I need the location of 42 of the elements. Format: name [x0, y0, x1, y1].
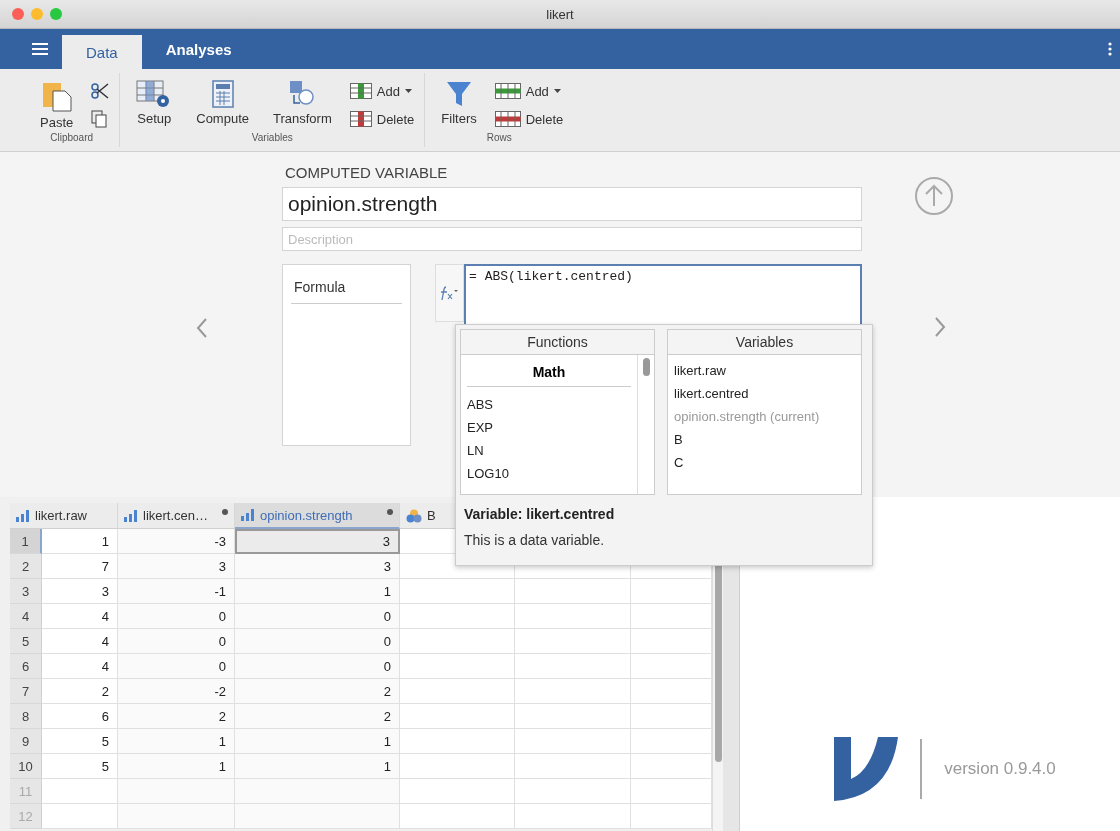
- table-cell: 3: [42, 579, 118, 604]
- table-cell: 1: [118, 754, 235, 779]
- group-label: Variables: [251, 132, 293, 143]
- table-cell: -3: [118, 529, 235, 554]
- table-cell: 2: [235, 679, 400, 704]
- table-cell: 0: [235, 629, 400, 654]
- table-cell: -2: [118, 679, 235, 704]
- pane-heading: Variables: [668, 330, 861, 355]
- table-cell: 4: [42, 654, 118, 679]
- window-title: likert: [546, 6, 574, 22]
- table-cell: 1: [42, 529, 118, 554]
- table-cell: 0: [118, 629, 235, 654]
- group-label: Rows: [486, 132, 512, 143]
- table-cell: 1: [235, 754, 400, 779]
- section-heading: COMPUTED VARIABLE: [285, 164, 449, 181]
- info-text: This is a data variable.: [464, 532, 606, 548]
- table-cell: 7: [42, 554, 118, 579]
- table-cell: 2: [118, 704, 235, 729]
- version-label: version 0.9.4.0: [944, 759, 1056, 779]
- table-cell: 3: [235, 554, 400, 579]
- table-cell: 2: [42, 679, 118, 704]
- table-cell: 3: [118, 554, 235, 579]
- table-cell: 2: [235, 704, 400, 729]
- table-cell: 3: [235, 529, 400, 554]
- info-title: Variable: likert.centred: [464, 506, 616, 522]
- category-heading: Math: [467, 359, 631, 387]
- table-cell: 1: [118, 729, 235, 754]
- table-cell: -1: [118, 579, 235, 604]
- table-cell: 1: [235, 579, 400, 604]
- table-cell: 0: [118, 604, 235, 629]
- table-cell: 0: [118, 654, 235, 679]
- table-cell: 6: [42, 704, 118, 729]
- formula-label: Formula: [291, 275, 402, 304]
- table-cell: 0: [235, 654, 400, 679]
- table-cell: 4: [42, 604, 118, 629]
- table-cell: 4: [42, 629, 118, 654]
- table-cell: 0: [235, 604, 400, 629]
- table-cell: 5: [42, 754, 118, 779]
- table-cell: 5: [42, 729, 118, 754]
- table-cell: 1: [235, 729, 400, 754]
- pane-heading: Functions: [461, 330, 654, 355]
- group-label: Clipboard: [50, 132, 94, 143]
